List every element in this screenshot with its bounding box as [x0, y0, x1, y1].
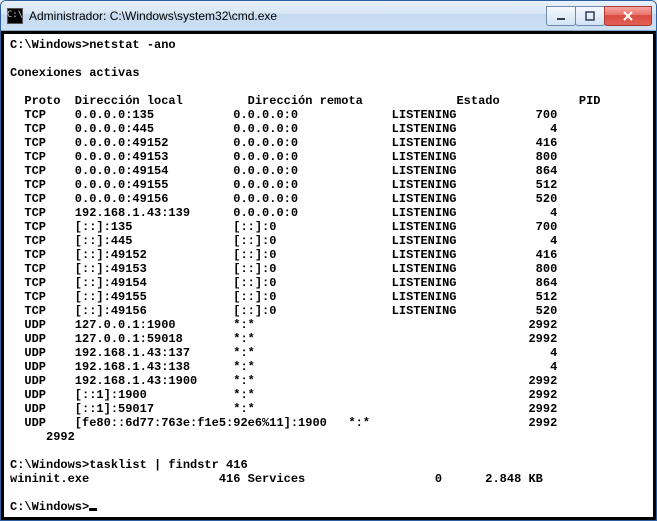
window-title: Administrador: C:\Windows\system32\cmd.e…: [29, 9, 547, 23]
cursor: [89, 508, 97, 511]
maximize-button[interactable]: [575, 6, 605, 26]
window-buttons: [547, 6, 652, 26]
maximize-icon: [585, 11, 595, 21]
close-button[interactable]: [604, 6, 652, 26]
cmd-window: C:\ Administrador: C:\Windows\system32\c…: [0, 0, 657, 521]
minimize-icon: [556, 11, 566, 21]
titlebar[interactable]: C:\ Administrador: C:\Windows\system32\c…: [1, 1, 656, 31]
minimize-button[interactable]: [546, 6, 576, 26]
close-icon: [622, 11, 634, 21]
content-frame: C:\Windows>netstat -ano Conexiones activ…: [1, 31, 656, 520]
terminal-output[interactable]: C:\Windows>netstat -ano Conexiones activ…: [4, 34, 653, 517]
cmd-icon: C:\: [7, 8, 23, 24]
